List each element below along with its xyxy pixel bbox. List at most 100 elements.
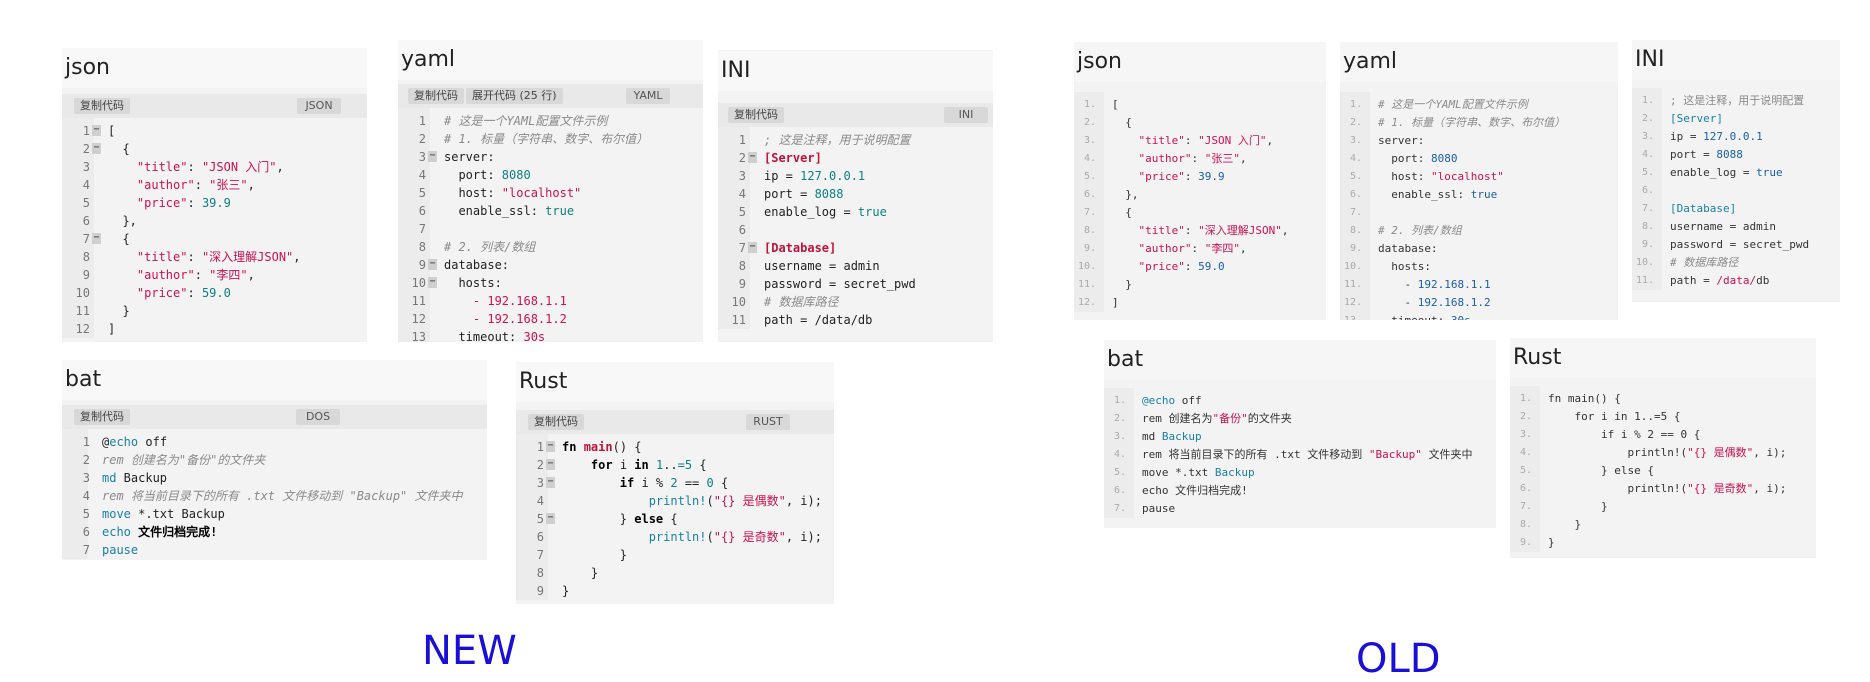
copy-code-button[interactable]: 复制代码	[74, 409, 130, 425]
code-line: 8. }	[1510, 516, 1816, 534]
line-number: 9	[82, 268, 90, 282]
code-line: 4 port = 8088	[718, 185, 993, 203]
code-line: 12]	[62, 320, 367, 338]
fold-toggle-icon[interactable]: −	[428, 259, 437, 270]
line-number: 6	[82, 525, 90, 539]
code-text: rem 创建名为"备份"的文件夹	[102, 453, 266, 467]
code-text: for i in 1..=5 {	[1548, 410, 1681, 423]
fold-toggle-icon[interactable]: −	[92, 233, 101, 244]
code-line: 10− hosts:	[398, 274, 703, 292]
code-line: 2. [Server]	[1632, 110, 1840, 128]
old-yaml-title: yaml	[1340, 42, 1618, 82]
code-line: 7. [Database]	[1632, 200, 1840, 218]
line-number: 11.	[1635, 275, 1654, 286]
code-text: }	[1548, 518, 1582, 531]
code-line: 3. "title": "JSON 入门",	[1074, 132, 1326, 150]
old-bat-block: bat 1. @echo off 2. rem 创建名为"备份"的文件夹 3. md Ba…	[1104, 340, 1496, 528]
fold-toggle-icon[interactable]: −	[748, 242, 757, 253]
code-text: }	[108, 304, 130, 318]
copy-code-button[interactable]: 复制代码	[528, 414, 584, 430]
code-line: 10 "price": 59.0	[62, 284, 367, 302]
code-text: }	[562, 584, 570, 598]
line-number: 5	[536, 512, 544, 526]
line-number: 1.	[1113, 395, 1126, 406]
fold-toggle-icon[interactable]: −	[546, 441, 555, 452]
new-yaml-toolbar: 复制代码 展开代码 (25 行) YAML	[398, 84, 703, 108]
code-line: 2 rem 创建名为"备份"的文件夹	[62, 451, 487, 469]
code-line: 1−[	[62, 122, 367, 140]
code-line: 11. path = /data/db	[1632, 272, 1840, 290]
fold-toggle-icon[interactable]: −	[92, 125, 101, 136]
line-number: 12	[411, 312, 426, 326]
line-number: 3	[738, 169, 746, 183]
line-number: 3.	[1113, 431, 1126, 442]
code-text: enable_log = true	[1670, 166, 1783, 179]
code-line: 5. } else {	[1510, 462, 1816, 480]
line-number: 5.	[1349, 171, 1362, 182]
line-number: 12	[75, 322, 90, 336]
fold-toggle-icon[interactable]: −	[546, 477, 555, 488]
line-number: 8.	[1519, 519, 1532, 530]
line-number: 13.	[1340, 312, 1362, 320]
code-text: "price": 59.0	[136, 286, 231, 300]
fold-toggle-icon[interactable]: −	[748, 152, 757, 163]
code-text: port = 8088	[1670, 148, 1743, 161]
fold-toggle-icon[interactable]: −	[546, 513, 555, 524]
code-line: 4 rem 将当前目录下的所有 .txt 文件移动到 "Backup" 文件夹中	[62, 487, 487, 505]
language-badge: RUST	[746, 414, 790, 430]
code-text: # 数据库路径	[1670, 256, 1739, 269]
code-line: 12. - 192.168.1.2	[1340, 294, 1618, 312]
code-line: 4. rem 将当前目录下的所有 .txt 文件移动到 "Backup" 文件夹中	[1104, 446, 1496, 464]
old-yaml-code: 1. # 这是一个YAML配置文件示例 2. # 1. 标量（字符串、数字、布尔值） 3…	[1340, 92, 1618, 320]
code-text: "author": "张三",	[136, 178, 255, 192]
code-line: 1. fn main() {	[1510, 390, 1816, 408]
code-line: 8 "title": "深入理解JSON",	[62, 248, 367, 266]
line-number: 8	[536, 566, 544, 580]
fold-toggle-icon[interactable]: −	[428, 277, 437, 288]
line-number: 1	[82, 435, 90, 449]
line-number: 7.	[1641, 203, 1654, 214]
code-line: 3 ip = 127.0.0.1	[718, 167, 993, 185]
code-line: 5 "price": 39.9	[62, 194, 367, 212]
copy-code-button[interactable]: 复制代码	[408, 88, 464, 104]
line-number: 8	[738, 259, 746, 273]
code-text: [Database]	[1670, 202, 1737, 215]
line-number: 7.	[1083, 207, 1096, 218]
code-line: 4. println!("{} 是偶数", i);	[1510, 444, 1816, 462]
line-number: 4	[738, 187, 746, 201]
code-line: 13. timeout: 30s	[1340, 312, 1618, 320]
code-line: 10. # 数据库路径	[1632, 254, 1840, 272]
code-text: },	[1112, 188, 1139, 201]
code-line: 9}	[516, 582, 834, 600]
code-text: enable_log = true	[764, 205, 887, 219]
code-text: }	[1112, 278, 1132, 291]
new-rust-block: Rust 复制代码 RUST 1− fn main() {2− for i in …	[516, 362, 834, 604]
line-number: 9	[418, 258, 426, 272]
fold-toggle-icon[interactable]: −	[546, 459, 555, 470]
line-number: 11.	[1077, 279, 1096, 290]
code-text: {	[108, 142, 130, 156]
fold-toggle-icon[interactable]: −	[428, 151, 437, 162]
line-number: 7.	[1519, 501, 1532, 512]
copy-code-button[interactable]: 复制代码	[74, 98, 130, 114]
code-line: 9.}	[1510, 534, 1816, 552]
line-number: 6	[536, 530, 544, 544]
fold-toggle-icon[interactable]: −	[92, 143, 101, 154]
code-line: 11. }	[1074, 276, 1326, 294]
code-line: 3− server:	[398, 148, 703, 166]
language-badge: INI	[944, 107, 988, 123]
copy-code-button[interactable]: 复制代码	[728, 107, 784, 123]
code-text: ip = 127.0.0.1	[764, 169, 866, 183]
new-ini-block: INI 复制代码 INI 1; 这是注释，用于说明配置 2− [Server] 3 ip…	[718, 50, 993, 342]
code-line: 2− for i in 1..=5 {	[516, 456, 834, 474]
code-line: 1. ; 这是注释，用于说明配置	[1632, 92, 1840, 110]
code-text: "price": 59.0	[1138, 260, 1225, 273]
code-line: 8 }	[516, 564, 834, 582]
line-number: 4.	[1083, 153, 1096, 164]
line-number: 8	[82, 250, 90, 264]
line-number: 5	[738, 205, 746, 219]
expand-code-button[interactable]: 展开代码 (25 行)	[466, 88, 563, 104]
line-number: 2.	[1349, 117, 1362, 128]
line-number: 11	[75, 304, 90, 318]
line-number: 10	[411, 276, 426, 290]
